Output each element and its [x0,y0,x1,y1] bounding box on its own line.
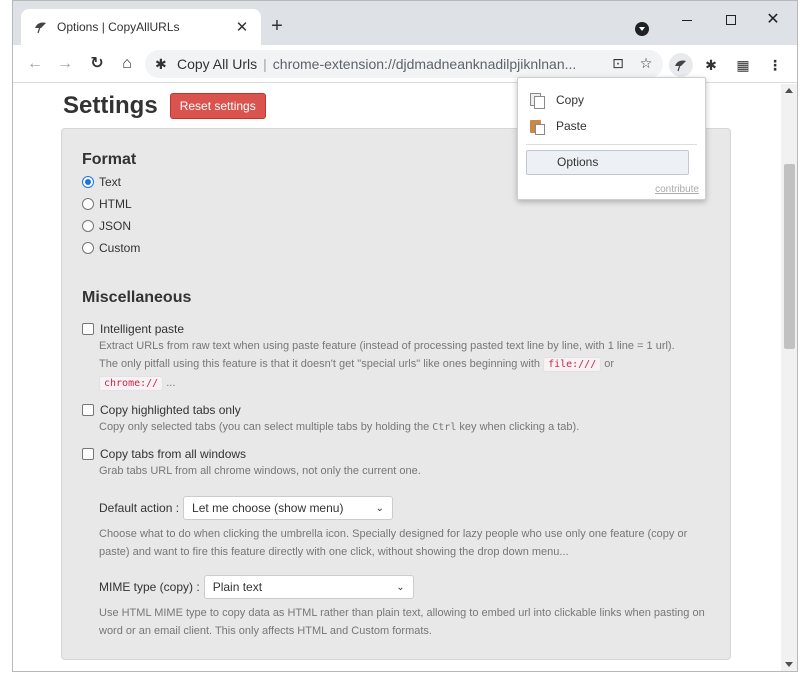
mime-type-select[interactable]: Plain text ⌄ [203,575,414,599]
intelligent-paste-row[interactable]: Intelligent paste [82,322,184,336]
paste-icon [530,119,545,135]
mime-type-value: Plain text [212,580,263,594]
page-header: Settings Reset settings [63,92,266,120]
intelligent-paste-label: Intelligent paste [100,322,185,336]
format-option-html[interactable]: HTML [82,197,132,211]
default-action-row: Default action : Let me choose (show men… [99,496,394,520]
highlighted-tabs-checkbox[interactable] [82,404,94,416]
format-option-custom[interactable]: Custom [82,241,140,255]
intelligent-paste-help-2: The only pitfall using this feature is t… [99,355,719,374]
new-tab-button[interactable]: + [265,15,289,39]
all-windows-help: Grab tabs URL from all chrome windows, n… [99,465,421,477]
address-bar[interactable]: ✱ Copy All Urls | chrome-extension://djd… [145,50,663,78]
code-chrome-scheme: chrome:// [99,376,164,391]
page-scrollbar[interactable] [781,84,797,671]
tab-search-icon[interactable] [635,22,649,36]
mime-type-label: MIME type (copy) : [99,580,200,594]
popup-options-button[interactable]: Options [526,150,689,175]
tab-strip: Options | CopyAllURLs ✕ + ✕ [13,1,797,45]
chevron-down-icon: ⌄ [396,581,405,593]
home-button[interactable]: ⌂ [115,52,139,76]
highlighted-tabs-label: Copy highlighted tabs only [100,403,241,417]
extension-popup: Copy Paste Options contribute [517,77,706,200]
close-window-button[interactable]: ✕ [751,9,795,33]
translate-icon[interactable]: ⊡ [609,54,627,72]
calendar-extension-icon[interactable]: ▦ [731,53,755,77]
browser-window: Options | CopyAllURLs ✕ + ✕ ← → ↻ ⌂ ✱ Co… [12,0,798,672]
highlighted-tabs-help: Copy only selected tabs (you can select … [99,418,719,437]
format-title: Format [82,151,137,168]
address-site-name: Copy All Urls [177,56,258,72]
help-or: or [604,358,615,370]
intelligent-paste-help-3: chrome:// ... [99,374,719,393]
scrollbar-thumb[interactable] [784,164,795,349]
maximize-button[interactable] [709,9,753,33]
bookmark-star-icon[interactable]: ☆ [637,54,655,72]
copyallurls-umbrella-icon[interactable] [669,53,693,77]
popup-divider [526,144,697,145]
popup-paste-label: Paste [556,119,587,133]
radio-label-html: HTML [99,197,132,211]
all-windows-checkbox[interactable] [82,448,94,460]
tab-options[interactable]: Options | CopyAllURLs ✕ [21,9,261,45]
scroll-up-arrow[interactable] [785,88,793,93]
minimize-button[interactable] [665,9,709,33]
radio-html[interactable] [82,198,94,210]
radio-text[interactable] [82,176,94,188]
default-action-label: Default action : [99,501,180,515]
intelligent-paste-help: Extract URLs from raw text when using pa… [99,337,719,393]
highlighted-tabs-row[interactable]: Copy highlighted tabs only [82,403,241,417]
popup-copy-label: Copy [556,93,585,107]
extension-icon: ✱ [155,55,167,72]
reset-settings-button[interactable]: Reset settings [169,93,266,119]
close-icon: ✕ [766,11,780,28]
address-url: chrome-extension://djdmadneanknadilpjikn… [272,56,577,72]
code-file-scheme: file:/// [543,357,602,372]
default-action-help: Choose what to do when clicking the umbr… [99,528,688,558]
settings-panel: Format Text HTML JSON Custom Miscellaneo… [61,128,731,660]
intelligent-paste-checkbox[interactable] [82,323,94,335]
radio-json[interactable] [82,220,94,232]
default-action-select[interactable]: Let me choose (show menu) ⌄ [183,496,394,520]
address-separator: | [263,56,267,72]
highlighted-tabs-help-pre: Copy only selected tabs (you can select … [99,421,430,433]
tab-title: Options | CopyAllURLs [57,20,180,34]
all-windows-row[interactable]: Copy tabs from all windows [82,447,246,461]
popup-copy-item[interactable]: Copy [530,93,585,109]
intelligent-paste-help-1: Extract URLs from raw text when using pa… [99,340,675,352]
page-title: Settings [63,92,158,119]
highlighted-tabs-help-post: key when clicking a tab). [459,421,580,433]
copy-icon [530,93,545,109]
reload-button[interactable]: ↻ [85,52,109,76]
radio-label-json: JSON [99,219,132,233]
radio-custom[interactable] [82,242,94,254]
misc-title: Miscellaneous [82,289,192,306]
more-menu-icon[interactable]: ⋮ [763,53,787,77]
help-ellipsis: ... [166,377,176,389]
popup-paste-item[interactable]: Paste [530,119,587,135]
intelligent-paste-help-2-text: The only pitfall using this feature is t… [99,358,540,370]
radio-label-text: Text [99,175,122,189]
mime-type-help: Use HTML MIME type to copy data as HTML … [99,607,705,637]
close-tab-icon[interactable]: ✕ [233,18,251,36]
default-action-value: Let me choose (show menu) [192,501,344,515]
chevron-down-icon: ⌄ [375,502,385,514]
format-option-json[interactable]: JSON [82,219,131,233]
back-button[interactable]: ← [23,52,47,76]
format-option-text[interactable]: Text [82,175,121,189]
ctrl-key: Ctrl [432,422,457,433]
umbrella-icon [33,19,49,35]
mime-type-row: MIME type (copy) : Plain text ⌄ [99,575,414,599]
extensions-puzzle-icon[interactable]: ✱ [699,53,723,77]
all-windows-label: Copy tabs from all windows [100,447,247,461]
forward-button[interactable]: → [53,52,77,76]
contribute-link[interactable]: contribute [655,184,699,195]
scroll-down-arrow[interactable] [785,662,793,667]
radio-label-custom: Custom [99,241,141,255]
